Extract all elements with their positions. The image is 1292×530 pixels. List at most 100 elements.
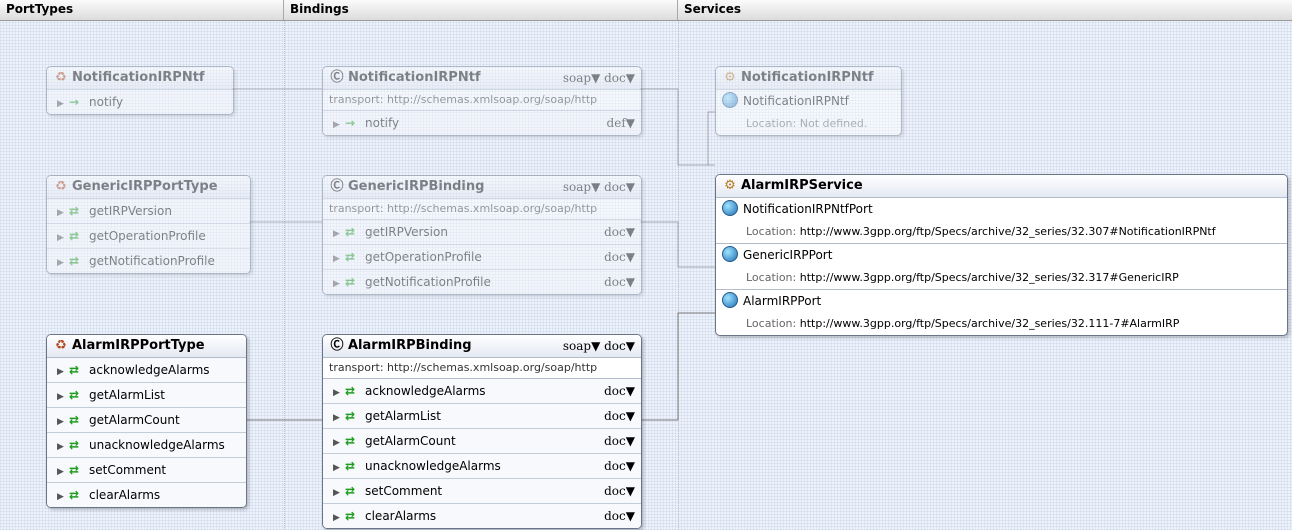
service-title[interactable]: ⚙ NotificationIRPNtf [716, 67, 901, 90]
binding-operation-row[interactable]: ▶ ⇄ acknowledgeAlarms doc▼ [323, 379, 641, 404]
port-location: Location: http://www.3gpp.org/ftp/Specs/… [716, 267, 1287, 290]
chevron-down-icon[interactable]: ▼ [626, 384, 635, 398]
operation-row[interactable]: ▶ ⇄ getAlarmList [47, 383, 246, 408]
expand-triangle-icon[interactable]: ▶ [57, 485, 69, 507]
expand-triangle-icon[interactable]: ▶ [333, 481, 345, 505]
binding-icon: Ⓒ [330, 70, 344, 85]
binding-box[interactable]: Ⓒ GenericIRPBinding soap▼ doc▼ transport:… [322, 175, 642, 295]
operation-style-dropdown[interactable]: doc [604, 434, 626, 448]
chevron-down-icon[interactable]: ▼ [626, 250, 635, 264]
operation-style-dropdown[interactable]: doc [604, 409, 626, 423]
chevron-down-icon[interactable]: ▼ [626, 116, 635, 130]
expand-triangle-icon[interactable]: ▶ [333, 456, 345, 480]
request-response-icon: ⇄ [69, 254, 80, 268]
chevron-down-icon[interactable]: ▼ [591, 71, 600, 85]
expand-triangle-icon[interactable]: ▶ [333, 222, 345, 246]
operation-row[interactable]: ▶ ⇄ getIRPVersion [47, 199, 250, 224]
operation-style-dropdown[interactable]: doc [604, 384, 626, 398]
expand-triangle-icon[interactable]: ▶ [57, 226, 69, 250]
expand-triangle-icon[interactable]: ▶ [57, 92, 69, 114]
binding-operation-row[interactable]: ▶ ⇄ getNotificationProfile doc▼ [323, 270, 641, 294]
binding-operation-row[interactable]: ▶ ⇄ clearAlarms doc▼ [323, 504, 641, 528]
protocol-dropdown[interactable]: soap [563, 71, 591, 85]
operation-row[interactable]: ▶ → notify [47, 90, 233, 114]
expand-triangle-icon[interactable]: ▶ [57, 385, 69, 409]
service-box[interactable]: ⚙ NotificationIRPNtf NotificationIRPNtf L… [715, 66, 902, 136]
expand-triangle-icon[interactable]: ▶ [333, 113, 345, 135]
operation-style-dropdown[interactable]: doc [604, 484, 626, 498]
expand-triangle-icon[interactable]: ▶ [333, 381, 345, 405]
service-port[interactable]: AlarmIRPPort Location: http://www.3gpp.o… [716, 290, 1287, 335]
expand-triangle-icon[interactable]: ▶ [333, 247, 345, 271]
expand-triangle-icon[interactable]: ▶ [333, 406, 345, 430]
port-row[interactable]: GenericIRPPort [716, 244, 1287, 267]
expand-triangle-icon[interactable]: ▶ [57, 201, 69, 225]
protocol-dropdown[interactable]: soap [563, 180, 591, 194]
operation-row[interactable]: ▶ ⇄ getAlarmCount [47, 408, 246, 433]
binding-operation-row[interactable]: ▶ ⇄ getAlarmList doc▼ [323, 404, 641, 429]
style-dropdown[interactable]: doc [604, 339, 626, 353]
operation-style-dropdown[interactable]: doc [604, 509, 626, 523]
chevron-down-icon[interactable]: ▼ [626, 459, 635, 473]
chevron-down-icon[interactable]: ▼ [626, 409, 635, 423]
operation-style-dropdown[interactable]: doc [604, 250, 626, 264]
binding-box[interactable]: Ⓒ AlarmIRPBinding soap▼ doc▼ transport: h… [322, 334, 642, 529]
operation-style-dropdown[interactable]: doc [604, 225, 626, 239]
operation-row[interactable]: ▶ ⇄ clearAlarms [47, 483, 246, 507]
binding-operation-row[interactable]: ▶ → notify def▼ [323, 111, 641, 135]
chevron-down-icon[interactable]: ▼ [626, 434, 635, 448]
chevron-down-icon[interactable]: ▼ [626, 484, 635, 498]
operation-row[interactable]: ▶ ⇄ acknowledgeAlarms [47, 358, 246, 383]
binding-operation-row[interactable]: ▶ ⇄ setComment doc▼ [323, 479, 641, 504]
expand-triangle-icon[interactable]: ▶ [57, 435, 69, 459]
operation-row[interactable]: ▶ ⇄ unacknowledgeAlarms [47, 433, 246, 458]
style-dropdown[interactable]: doc [604, 71, 626, 85]
service-box[interactable]: ⚙ AlarmIRPService NotificationIRPNtfPort … [715, 174, 1288, 336]
expand-triangle-icon[interactable]: ▶ [57, 360, 69, 384]
porttype-title[interactable]: ♻ NotificationIRPNtf [47, 67, 233, 90]
binding-operation-row[interactable]: ▶ ⇄ getOperationProfile doc▼ [323, 245, 641, 270]
request-response-icon: ⇄ [345, 225, 356, 239]
porttype-box[interactable]: ♻ GenericIRPPortType ▶ ⇄ getIRPVersion ▶ ⇄ ge… [46, 175, 251, 274]
porttype-title[interactable]: ♻ AlarmIRPPortType [47, 335, 246, 358]
porttype-box[interactable]: ♻ AlarmIRPPortType ▶ ⇄ acknowledgeAlarms ▶ ⇄… [46, 334, 247, 508]
chevron-down-icon[interactable]: ▼ [626, 225, 635, 239]
expand-triangle-icon[interactable]: ▶ [57, 251, 69, 273]
operation-style-dropdown[interactable]: def [607, 116, 626, 130]
chevron-down-icon[interactable]: ▼ [591, 180, 600, 194]
chevron-down-icon[interactable]: ▼ [626, 339, 635, 353]
service-title[interactable]: ⚙ AlarmIRPService [716, 175, 1287, 198]
chevron-down-icon[interactable]: ▼ [626, 180, 635, 194]
binding-box[interactable]: Ⓒ NotificationIRPNtf soap▼ doc▼ transport… [322, 66, 642, 136]
binding-operation-row[interactable]: ▶ ⇄ getIRPVersion doc▼ [323, 220, 641, 245]
expand-triangle-icon[interactable]: ▶ [333, 506, 345, 528]
service-port[interactable]: GenericIRPPort Location: http://www.3gpp… [716, 244, 1287, 290]
binding-operation-row[interactable]: ▶ ⇄ getAlarmCount doc▼ [323, 429, 641, 454]
chevron-down-icon[interactable]: ▼ [626, 509, 635, 523]
operation-row[interactable]: ▶ ⇄ getOperationProfile [47, 224, 250, 249]
port-row[interactable]: NotificationIRPNtf [716, 90, 901, 113]
chevron-down-icon[interactable]: ▼ [626, 275, 635, 289]
style-dropdown[interactable]: doc [604, 180, 626, 194]
binding-title[interactable]: Ⓒ AlarmIRPBinding soap▼ doc▼ [323, 335, 641, 358]
protocol-dropdown[interactable]: soap [563, 339, 591, 353]
service-port[interactable]: NotificationIRPNtfPort Location: http://… [716, 198, 1287, 244]
expand-triangle-icon[interactable]: ▶ [57, 410, 69, 434]
binding-title[interactable]: Ⓒ NotificationIRPNtf soap▼ doc▼ [323, 67, 641, 90]
port-row[interactable]: NotificationIRPNtfPort [716, 198, 1287, 221]
porttype-title[interactable]: ♻ GenericIRPPortType [47, 176, 250, 199]
chevron-down-icon[interactable]: ▼ [626, 71, 635, 85]
expand-triangle-icon[interactable]: ▶ [57, 460, 69, 484]
porttype-box[interactable]: ♻ NotificationIRPNtf ▶ → notify [46, 66, 234, 115]
expand-triangle-icon[interactable]: ▶ [333, 272, 345, 294]
operation-row[interactable]: ▶ ⇄ getNotificationProfile [47, 249, 250, 273]
service-port[interactable]: NotificationIRPNtf Location: Not defined… [716, 90, 901, 135]
expand-triangle-icon[interactable]: ▶ [333, 431, 345, 455]
port-row[interactable]: AlarmIRPPort [716, 290, 1287, 313]
operation-row[interactable]: ▶ ⇄ setComment [47, 458, 246, 483]
binding-title[interactable]: Ⓒ GenericIRPBinding soap▼ doc▼ [323, 176, 641, 199]
binding-operation-row[interactable]: ▶ ⇄ unacknowledgeAlarms doc▼ [323, 454, 641, 479]
operation-style-dropdown[interactable]: doc [604, 459, 626, 473]
chevron-down-icon[interactable]: ▼ [591, 339, 600, 353]
operation-style-dropdown[interactable]: doc [604, 275, 626, 289]
